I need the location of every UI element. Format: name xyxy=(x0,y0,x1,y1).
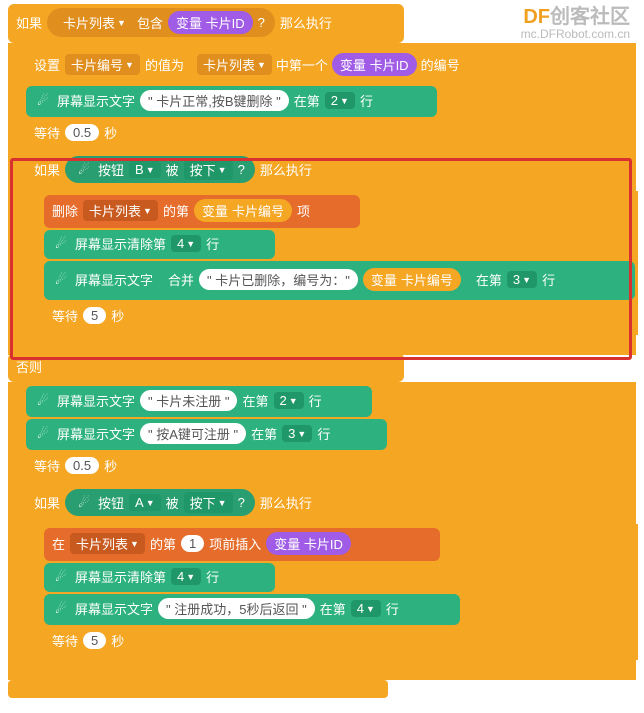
button-condition[interactable]: ☄ 按钮 A▼ 被 按下▼ ? xyxy=(65,489,255,516)
chevron-down-icon: ▼ xyxy=(218,165,227,175)
screen-icon: ☄ xyxy=(52,600,70,618)
display-text-block[interactable]: ☄ 屏幕显示文字 " 注册成功，5秒后返回 " 在第 4▼ 行 xyxy=(44,594,460,625)
chevron-down-icon: ▼ xyxy=(146,165,155,175)
set-variable-block[interactable]: 设置 卡片编号▼ 的值为 卡片列表▼ 中第一个 变量 卡片ID 的编号 xyxy=(26,47,577,84)
chevron-down-icon: ▼ xyxy=(289,396,298,406)
chevron-down-icon: ▼ xyxy=(218,498,227,508)
wait-block[interactable]: 等待 0.5 秒 xyxy=(26,452,152,481)
chevron-down-icon: ▼ xyxy=(522,275,531,285)
join-block[interactable]: 合并 " 卡片已删除，编号为：" 变量 卡片编号 xyxy=(158,265,471,294)
wait-block[interactable]: 等待 5 秒 xyxy=(44,627,160,656)
chevron-down-icon: ▼ xyxy=(146,498,155,508)
else-header[interactable]: 否则 xyxy=(8,353,404,382)
display-text-block[interactable]: ☄ 屏幕显示文字 " 卡片未注册 " 在第 2▼ 行 xyxy=(26,386,372,417)
display-text-block[interactable]: ☄ 屏幕显示文字 " 卡片正常,按B键删除 " 在第 2▼ 行 xyxy=(26,86,437,117)
clear-line-block[interactable]: ☄ 屏幕显示清除第 4▼ 行 xyxy=(44,563,275,592)
screen-icon: ☄ xyxy=(34,392,52,410)
screen-icon: ☄ xyxy=(52,235,70,253)
chevron-down-icon: ▼ xyxy=(130,539,139,549)
chevron-down-icon: ▼ xyxy=(143,206,152,216)
screen-icon: ☄ xyxy=(52,271,70,289)
screen-icon: ☄ xyxy=(52,568,70,586)
list-dropdown[interactable]: 卡片列表▼ xyxy=(57,12,132,33)
wait-block[interactable]: 等待 0.5 秒 xyxy=(26,119,152,148)
button-icon: ☄ xyxy=(75,161,93,179)
screen-icon: ☄ xyxy=(34,425,52,443)
list-first-index[interactable]: 卡片列表▼ 中第一个 变量 卡片ID 的编号 xyxy=(189,51,468,78)
chevron-down-icon: ▼ xyxy=(186,572,195,582)
if-block-2-header[interactable]: 如果 ☄ 按钮 B▼ 被 按下▼ ? 那么执行 xyxy=(26,152,402,189)
chevron-down-icon: ▼ xyxy=(117,18,126,28)
clear-line-block[interactable]: ☄ 屏幕显示清除第 4▼ 行 xyxy=(44,230,275,259)
display-text-block[interactable]: ☄ 屏幕显示文字 " 按A键可注册 " 在第 3▼ 行 xyxy=(26,419,387,450)
if-block-3-header[interactable]: 如果 ☄ 按钮 A▼ 被 按下▼ ? 那么执行 xyxy=(26,485,402,522)
wait-block[interactable]: 等待 5 秒 xyxy=(44,302,160,331)
delete-item-block[interactable]: 删除 卡片列表▼ 的第 变量 卡片编号 项 xyxy=(44,195,360,228)
display-text-join-block[interactable]: ☄ 屏幕显示文字 合并 " 卡片已删除，编号为：" 变量 卡片编号 在第 3▼ … xyxy=(44,261,635,300)
variable-pill[interactable]: 变量 卡片ID xyxy=(168,11,253,34)
var-dropdown[interactable]: 卡片编号▼ xyxy=(65,54,140,75)
text-input[interactable]: " 卡片正常,按B键删除 " xyxy=(140,90,289,111)
chevron-down-icon: ▼ xyxy=(340,96,349,106)
chevron-down-icon: ▼ xyxy=(186,239,195,249)
button-condition[interactable]: ☄ 按钮 B▼ 被 按下▼ ? xyxy=(65,156,255,183)
button-icon: ☄ xyxy=(75,494,93,512)
if-block-1-header[interactable]: 如果 卡片列表▼ 包含 变量 卡片ID ? 那么执行 xyxy=(8,4,404,43)
condition-contains[interactable]: 卡片列表▼ 包含 变量 卡片ID ? xyxy=(47,8,275,37)
variable-reporter[interactable]: 变量 卡片编号 xyxy=(194,199,292,222)
chevron-down-icon: ▼ xyxy=(125,60,134,70)
chevron-down-icon: ▼ xyxy=(257,60,266,70)
chevron-down-icon: ▼ xyxy=(297,429,306,439)
insert-item-block[interactable]: 在 卡片列表▼ 的第 1 项前插入 变量 卡片ID xyxy=(44,528,440,561)
list-dropdown[interactable]: 卡片列表▼ xyxy=(83,200,158,221)
chevron-down-icon: ▼ xyxy=(366,604,375,614)
screen-icon: ☄ xyxy=(34,92,52,110)
line-dropdown[interactable]: 2▼ xyxy=(325,92,355,109)
seconds-input[interactable]: 0.5 xyxy=(65,124,99,141)
